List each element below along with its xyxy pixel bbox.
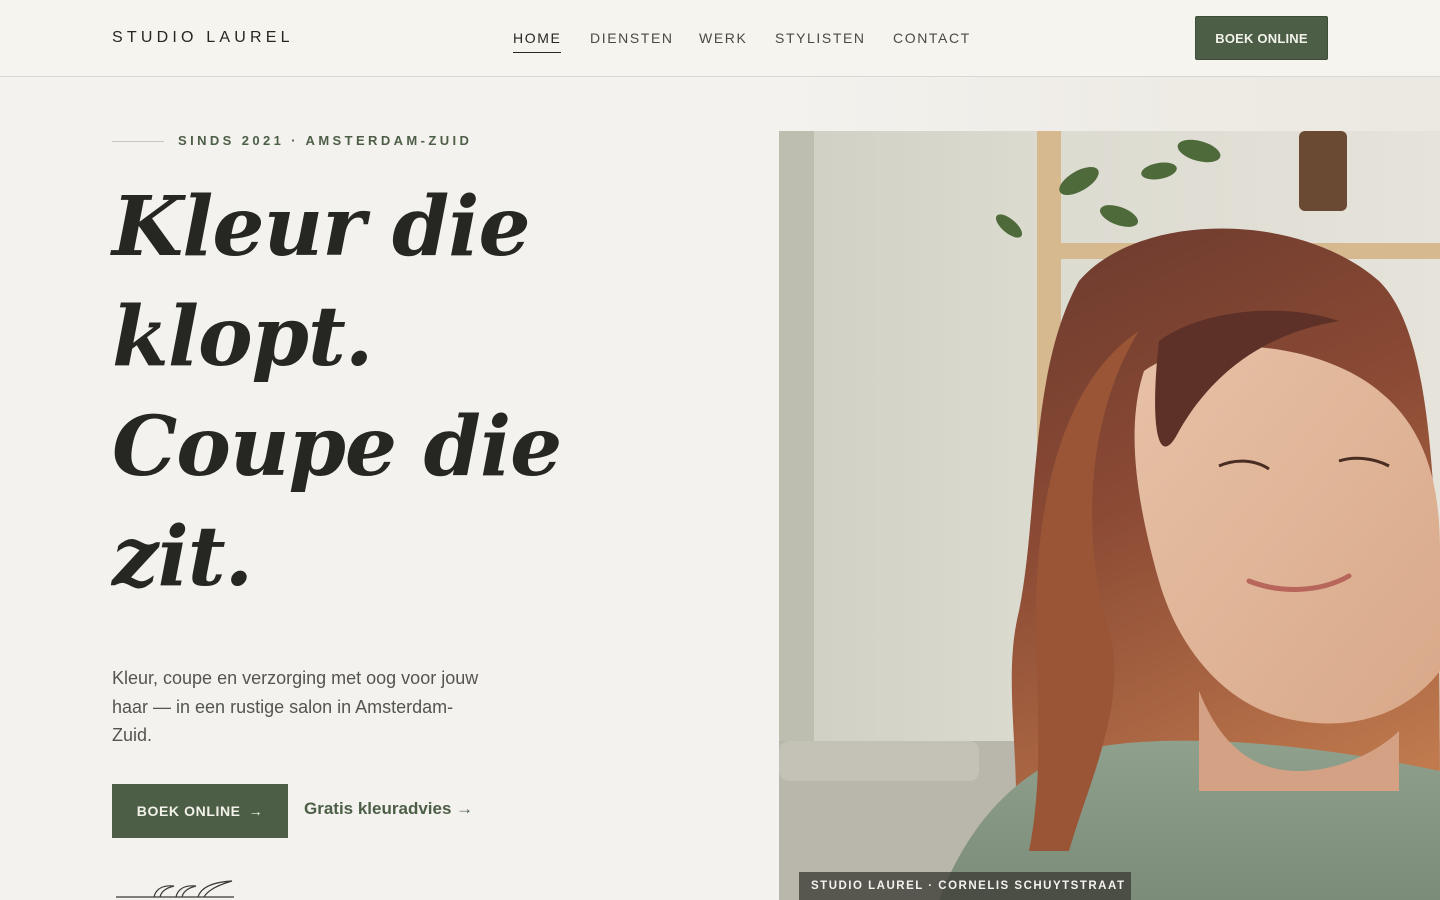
hero-headline: Kleur die klopt. Coupe die zit. xyxy=(112,172,582,612)
headline-line: klopt. xyxy=(112,289,373,385)
leaf-sprig-icon xyxy=(116,880,234,898)
arrow-right-icon: → xyxy=(248,803,264,819)
nav-item-stylisten[interactable]: STYLISTEN xyxy=(775,30,866,46)
hero-photo xyxy=(779,131,1440,900)
hero-book-button[interactable]: BOEK ONLINE → xyxy=(112,784,288,838)
site-header: STUDIO LAUREL HOME DIENSTEN WERK STYLIST… xyxy=(0,0,1440,77)
nav-item-diensten[interactable]: DIENSTEN xyxy=(590,30,674,46)
nav-item-werk[interactable]: WERK xyxy=(699,30,747,46)
woman-portrait-illustration xyxy=(779,131,1440,900)
nav-item-contact[interactable]: CONTACT xyxy=(893,30,971,46)
image-top-backdrop xyxy=(779,77,1440,131)
header-book-button[interactable]: BOEK ONLINE xyxy=(1195,16,1328,60)
nav-item-home[interactable]: HOME xyxy=(513,30,562,53)
kicker-divider xyxy=(112,141,164,142)
hero-kicker: SINDS 2021 · AMSTERDAM-ZUID xyxy=(178,133,473,148)
hero-lead: Kleur, coupe en verzorging met oog voor … xyxy=(112,668,479,745)
headline-line: zit. xyxy=(112,509,253,605)
hero-book-label: BOEK ONLINE xyxy=(136,803,241,819)
headline-line: Coupe die xyxy=(112,399,562,495)
color-advice-link[interactable]: Gratis kleuradvies → xyxy=(304,799,473,819)
headline-line: Kleur die xyxy=(112,179,531,275)
photo-caption: STUDIO LAUREL · CORNELIS SCHUYTSTRAAT xyxy=(799,872,1131,900)
brand-logo[interactable]: STUDIO LAUREL xyxy=(112,29,294,47)
